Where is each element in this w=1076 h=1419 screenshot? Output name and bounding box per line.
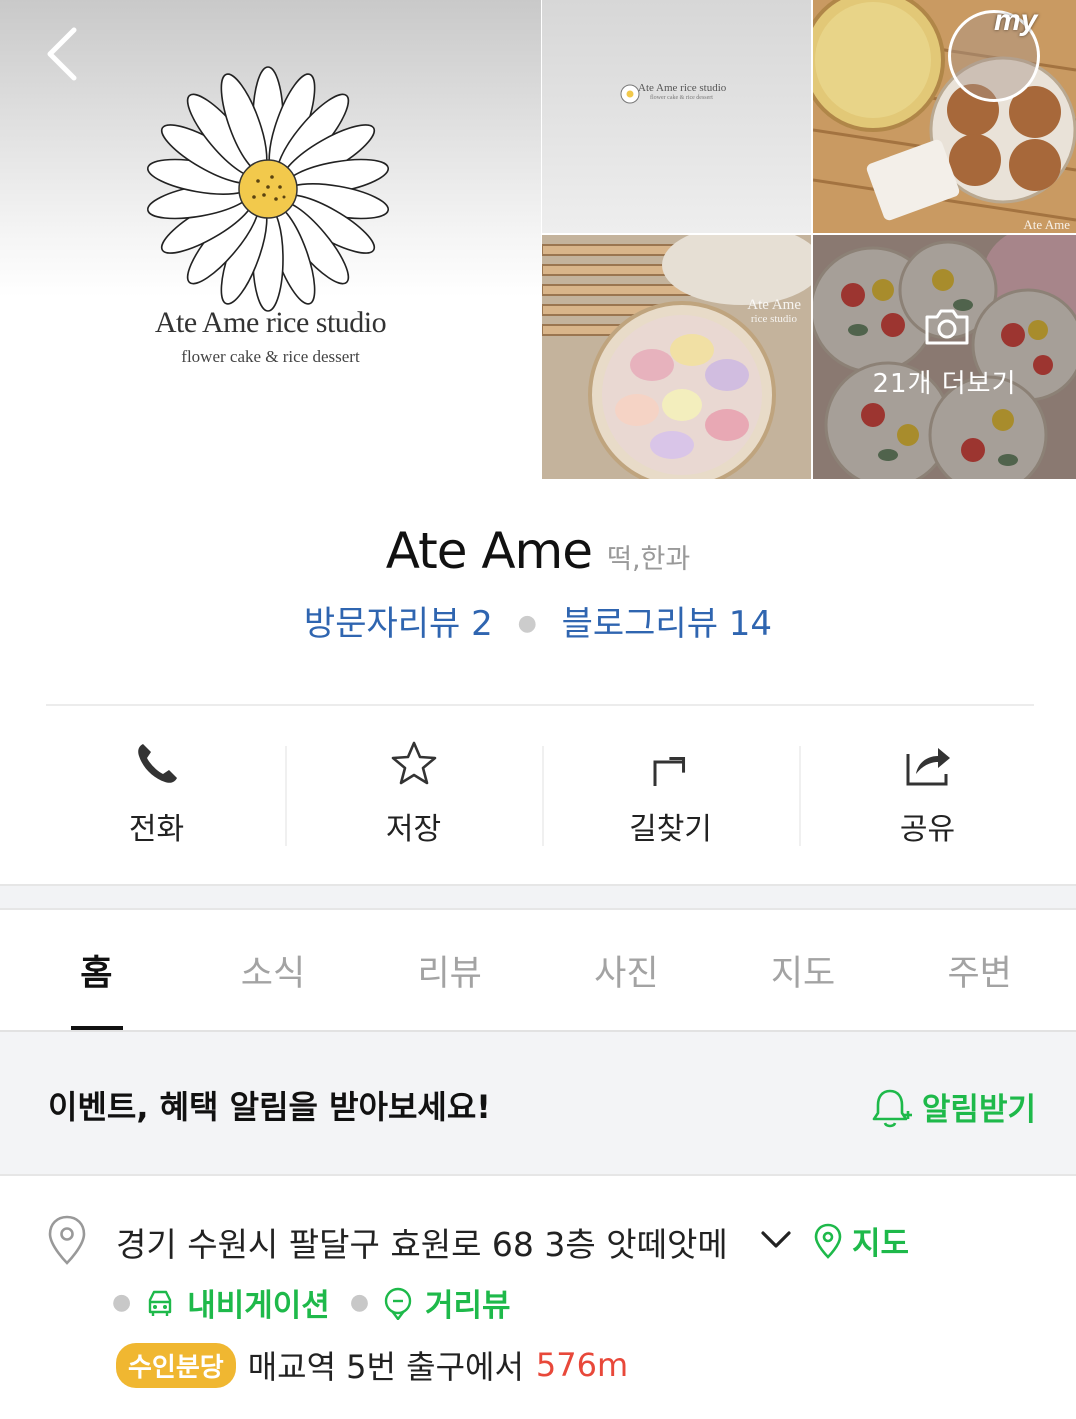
tab-photos[interactable]: 사진 — [538, 910, 715, 1030]
subway-line-badge: 수인분당 — [116, 1342, 236, 1388]
tab-home[interactable]: 홈 — [8, 910, 185, 1030]
street-view-link-label: 거리뷰 — [425, 1288, 511, 1324]
visitor-reviews-link[interactable]: 방문자리뷰 2 — [304, 604, 493, 644]
map-link-label: 지도 — [852, 1226, 910, 1262]
navigation-link-label: 내비게이션 — [187, 1288, 330, 1324]
tab-news[interactable]: 소식 — [185, 910, 362, 1030]
chevron-down-icon[interactable] — [760, 1228, 792, 1252]
photo-thumbnail-bowl[interactable]: Ate Ame rice studio — [542, 235, 811, 479]
logo-wordmark: Ate Ame rice studio — [154, 306, 387, 339]
separator-dot: ● — [517, 611, 537, 636]
mini-logo-name: Ate Ame rice studio — [638, 82, 727, 94]
action-bar: 전화 저장 길찾기 공유 — [28, 728, 1056, 858]
call-button[interactable]: 전화 — [28, 728, 285, 858]
directions-button[interactable]: 길찾기 — [542, 728, 799, 858]
notification-banner: 이벤트, 혜택 알림을 받아보세요! 알림받기 — [0, 1032, 1076, 1176]
phone-icon — [137, 744, 177, 783]
more-photos-button[interactable]: 21개 더보기 — [813, 235, 1076, 479]
location-links: ● 내비게이션 ● 거리뷰 — [112, 1280, 531, 1325]
share-label: 공유 — [899, 812, 956, 847]
my-label[interactable]: my — [994, 4, 1037, 38]
bell-plus-icon — [872, 1089, 912, 1127]
subway-exit-text: 매교역 5번 출구에서 — [247, 1348, 524, 1386]
notification-text: 이벤트, 혜택 알림을 받아보세요! — [48, 1088, 491, 1126]
camera-icon — [925, 309, 969, 345]
photo-thumbnail-logo[interactable]: Ate Ame rice studio flower cake & rice d… — [542, 0, 811, 233]
navigation-link[interactable]: 내비게이션 — [143, 1280, 330, 1325]
photo-watermark: Ate Ame — [1023, 217, 1070, 232]
save-label: 저장 — [385, 812, 442, 847]
place-category: 떡,한과 — [607, 544, 691, 575]
divider — [46, 704, 1034, 706]
blog-reviews-link[interactable]: 블로그리뷰 14 — [562, 604, 772, 644]
subway-info: 수인분당 매교역 5번 출구에서 576m — [116, 1342, 628, 1388]
separator-dot: ● — [349, 1290, 370, 1315]
street-view-link[interactable]: 거리뷰 — [381, 1280, 511, 1325]
subscribe-alerts-label: 알림받기 — [921, 1092, 1036, 1128]
directions-icon — [653, 756, 685, 786]
share-button[interactable]: 공유 — [799, 728, 1056, 858]
mini-logo-sub: flower cake & rice dessert — [650, 95, 713, 101]
tab-reviews[interactable]: 리뷰 — [361, 910, 538, 1030]
tab-map[interactable]: 지도 — [715, 910, 892, 1030]
review-links: 방문자리뷰 2 ● 블로그리뷰 14 — [0, 596, 1076, 645]
map-pin-icon — [814, 1223, 842, 1259]
section-gap — [0, 884, 1076, 910]
place-name: Ate Ame — [385, 522, 593, 580]
logo-tagline: flower cake & rice dessert — [181, 347, 360, 366]
back-arrow-icon[interactable] — [38, 22, 90, 86]
place-title-row: Ate Ame 떡,한과 — [0, 522, 1076, 580]
call-label: 전화 — [128, 812, 185, 847]
more-photos-label: 21개 더보기 — [872, 369, 1017, 399]
street-view-icon — [384, 1287, 412, 1320]
photo-gallery: Ate Ame rice studio flower cake & rice d… — [0, 0, 1076, 479]
separator-dot: ● — [112, 1290, 132, 1315]
flower-cake-photo — [542, 235, 811, 479]
daisy-logo-icon — [146, 66, 390, 312]
address-text: 경기 수원시 팔달구 효원로 68 3층 앗떼앗메 — [116, 1225, 728, 1264]
subscribe-alerts-button[interactable]: 알림받기 — [870, 1084, 1036, 1129]
share-icon — [906, 748, 950, 786]
subway-distance: 576m — [535, 1346, 629, 1384]
photo-watermark-sub: rice studio — [750, 313, 797, 325]
location-pin-icon — [48, 1215, 86, 1265]
directions-label: 길찾기 — [629, 812, 712, 847]
tab-bar: 홈 소식 리뷰 사진 지도 주변 — [8, 910, 1068, 1030]
map-link[interactable]: 지도 — [814, 1218, 909, 1263]
photo-watermark: Ate Ame — [747, 297, 801, 313]
save-button[interactable]: 저장 — [285, 728, 542, 858]
star-icon — [391, 741, 436, 785]
tab-nearby[interactable]: 주변 — [891, 910, 1068, 1030]
car-icon — [149, 1290, 172, 1316]
